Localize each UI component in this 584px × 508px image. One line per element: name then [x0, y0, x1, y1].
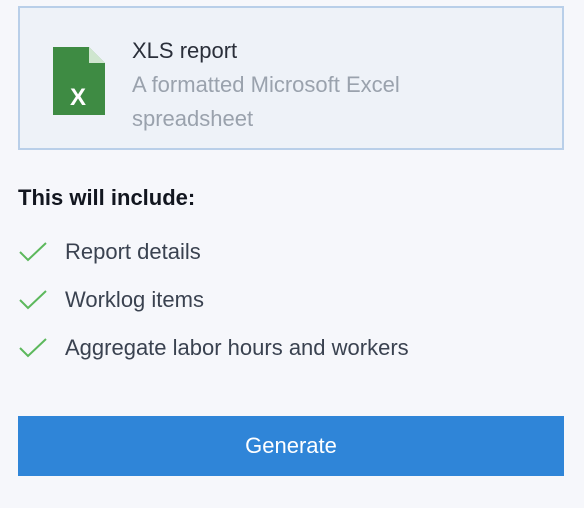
include-heading: This will include: [18, 185, 196, 210]
excel-file-icon: X [53, 47, 105, 115]
checkmark-icon [19, 242, 47, 262]
checkmark-icon [19, 338, 47, 358]
include-list: Report details Worklog items Aggregate l… [18, 228, 409, 372]
checkmark-icon [19, 290, 47, 310]
include-item-aggregate-labor: Aggregate labor hours and workers [18, 324, 409, 372]
excel-icon-letter: X [70, 84, 86, 111]
include-item-worklog-items: Worklog items [18, 276, 409, 324]
report-format-card[interactable]: X XLS report A formatted Microsoft Excel… [18, 6, 564, 150]
include-item-label: Worklog items [65, 287, 204, 312]
export-panel: X XLS report A formatted Microsoft Excel… [0, 0, 584, 508]
include-item-report-details: Report details [18, 228, 409, 276]
report-format-description: A formatted Microsoft Excel spreadsheet [132, 72, 400, 131]
include-item-label: Report details [65, 239, 201, 264]
report-format-title: XLS report [132, 38, 238, 63]
include-item-label: Aggregate labor hours and workers [65, 335, 409, 360]
generate-button[interactable]: Generate [18, 416, 564, 476]
